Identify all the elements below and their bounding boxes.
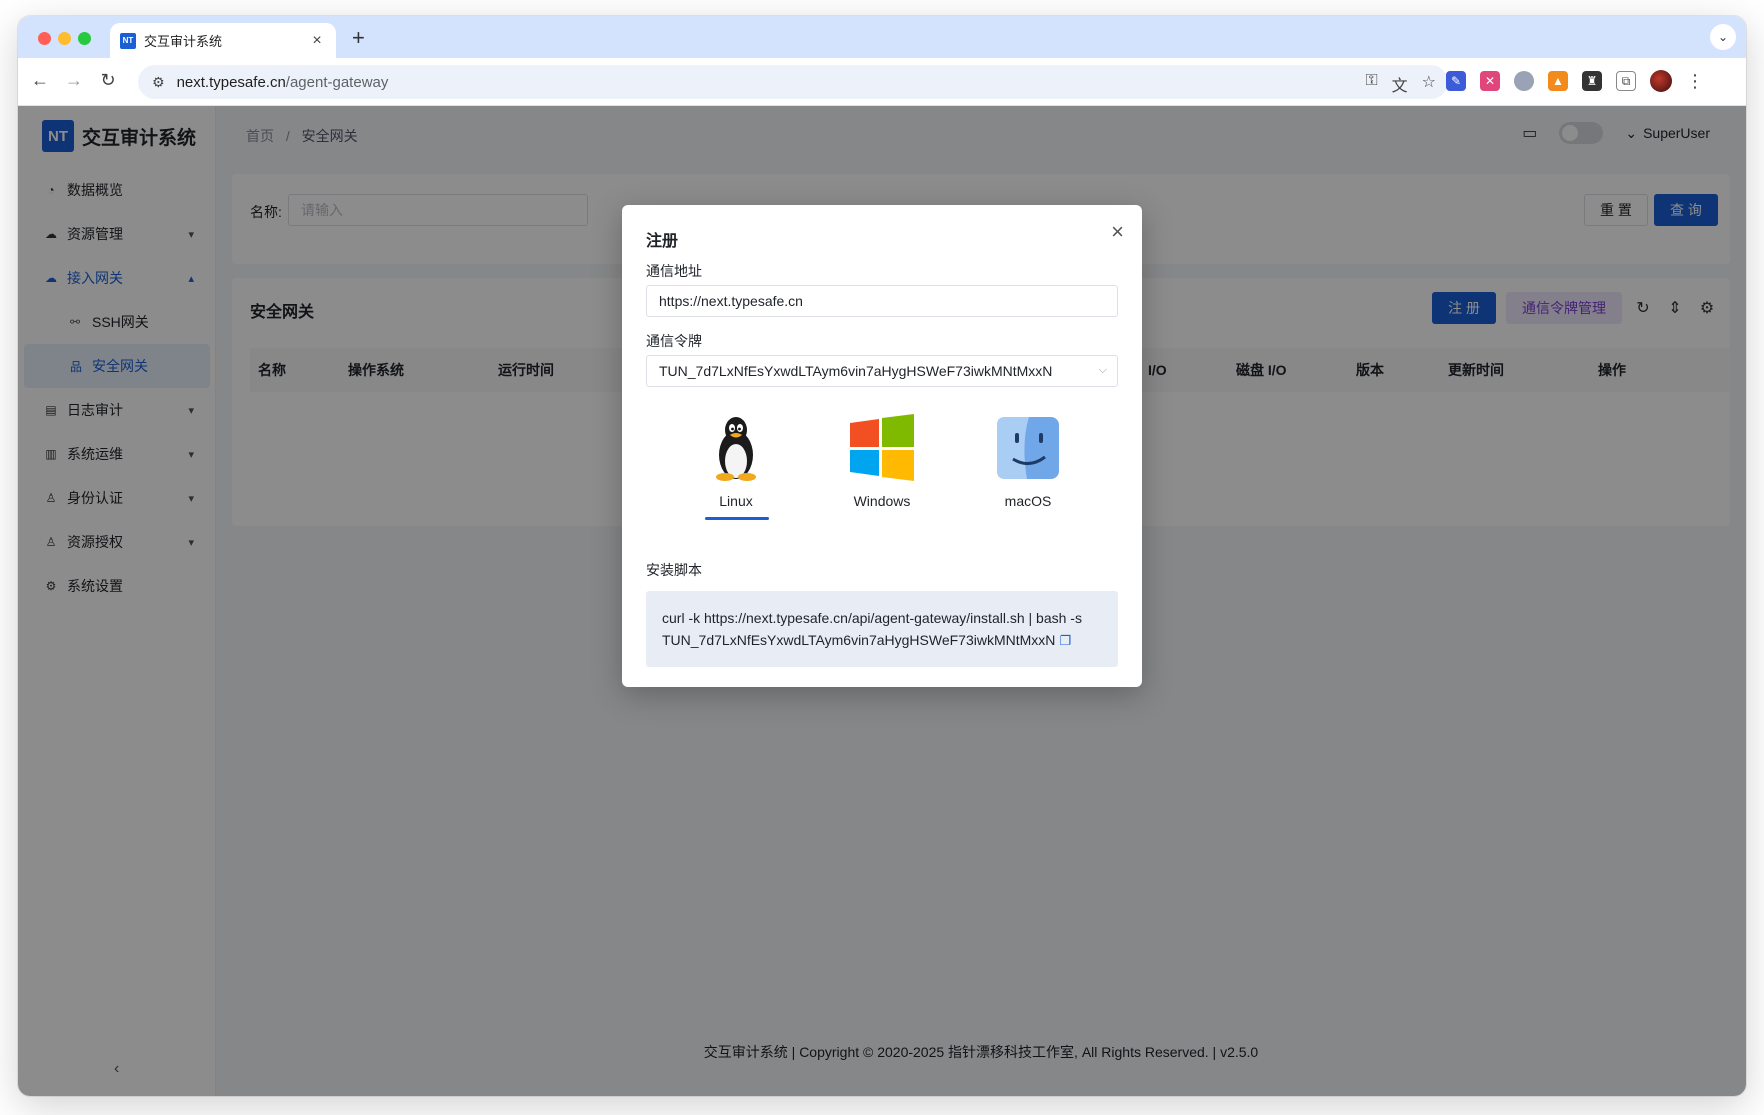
back-icon[interactable]: ← [28, 70, 52, 91]
token-label: 通信令牌 [646, 333, 702, 349]
os-tab-label: Linux [719, 493, 753, 509]
tab-macos[interactable]: macOS [968, 413, 1088, 523]
minimize-window-button[interactable] [58, 32, 71, 45]
bookmark-star-icon[interactable]: ☆ [1422, 72, 1436, 96]
install-script-label: 安装脚本 [646, 562, 702, 578]
extension-icon-3[interactable] [1514, 71, 1534, 91]
os-tab-label: Windows [853, 493, 911, 509]
translate-icon[interactable]: 文 [1392, 72, 1408, 96]
copy-icon[interactable]: ❐ [1059, 630, 1071, 652]
extension-icon-5[interactable]: ♜ [1582, 71, 1602, 91]
extension-icon-1[interactable]: ✎ [1446, 71, 1466, 91]
close-window-button[interactable] [38, 32, 51, 45]
metamask-icon[interactable]: ▲ [1548, 71, 1568, 91]
os-tab-label: macOS [1004, 493, 1052, 509]
browser-toolbar: ← → ↻ ⚙ next.typesafe.cn/agent-gateway ⚿… [18, 58, 1746, 106]
active-tab-indicator [705, 517, 769, 520]
tab-linux[interactable]: Linux [676, 413, 796, 523]
os-tabs: Linux Windows macOS [646, 413, 1086, 523]
windows-logo-icon [850, 414, 914, 481]
modal-title: 注册 [646, 233, 679, 250]
token-value: TUN_7d7LxNfEsYxwdLTAym6vin7aHygHSWeF73iw… [659, 363, 1053, 379]
browser-window: NT 交互审计系统 × + ⌄ ← → ↻ ⚙ next.typesafe.cn… [18, 16, 1746, 1096]
browser-menu-icon[interactable]: ⋮ [1686, 71, 1704, 92]
new-tab-icon[interactable]: + [352, 25, 365, 51]
reload-icon[interactable]: ↻ [96, 70, 120, 91]
tab-search-icon[interactable]: ⌄ [1710, 24, 1736, 50]
extension-icon-2[interactable]: ✕ [1480, 71, 1500, 91]
url-text: next.typesafe.cn/agent-gateway [176, 73, 389, 91]
address-field[interactable]: https://next.typesafe.cn [646, 285, 1118, 317]
forward-icon[interactable]: → [62, 70, 86, 91]
site-info-icon[interactable]: ⚙ [152, 74, 165, 91]
address-bar[interactable]: ⚙ next.typesafe.cn/agent-gateway ⚿ 文 ☆ [138, 65, 1448, 99]
close-icon[interactable]: × [1111, 221, 1124, 243]
tab-windows[interactable]: Windows [822, 413, 942, 523]
linux-penguin-icon [716, 417, 756, 481]
browser-tab[interactable]: NT 交互审计系统 × [110, 23, 336, 58]
extensions-puzzle-icon[interactable]: ⧉ [1616, 71, 1636, 91]
maximize-window-button[interactable] [78, 32, 91, 45]
tab-title: 交互审计系统 [144, 34, 223, 49]
chevron-down-icon: ⌵ [1098, 364, 1107, 376]
install-script-box[interactable]: curl -k https://next.typesafe.cn/api/age… [646, 591, 1118, 667]
profile-avatar[interactable] [1650, 70, 1672, 92]
favicon-icon: NT [120, 32, 136, 49]
address-label: 通信地址 [646, 263, 702, 279]
token-select[interactable]: TUN_7d7LxNfEsYxwdLTAym6vin7aHygHSWeF73iw… [646, 355, 1118, 387]
password-key-icon[interactable]: ⚿ [1365, 72, 1377, 96]
tab-strip: NT 交互审计系统 × + ⌄ [18, 16, 1746, 58]
macos-finder-icon [997, 417, 1059, 479]
install-script-text: curl -k https://next.typesafe.cn/api/age… [662, 610, 1082, 648]
register-modal: 注册 × 通信地址 https://next.typesafe.cn 通信令牌 … [622, 205, 1142, 687]
close-tab-icon[interactable]: × [308, 32, 326, 50]
